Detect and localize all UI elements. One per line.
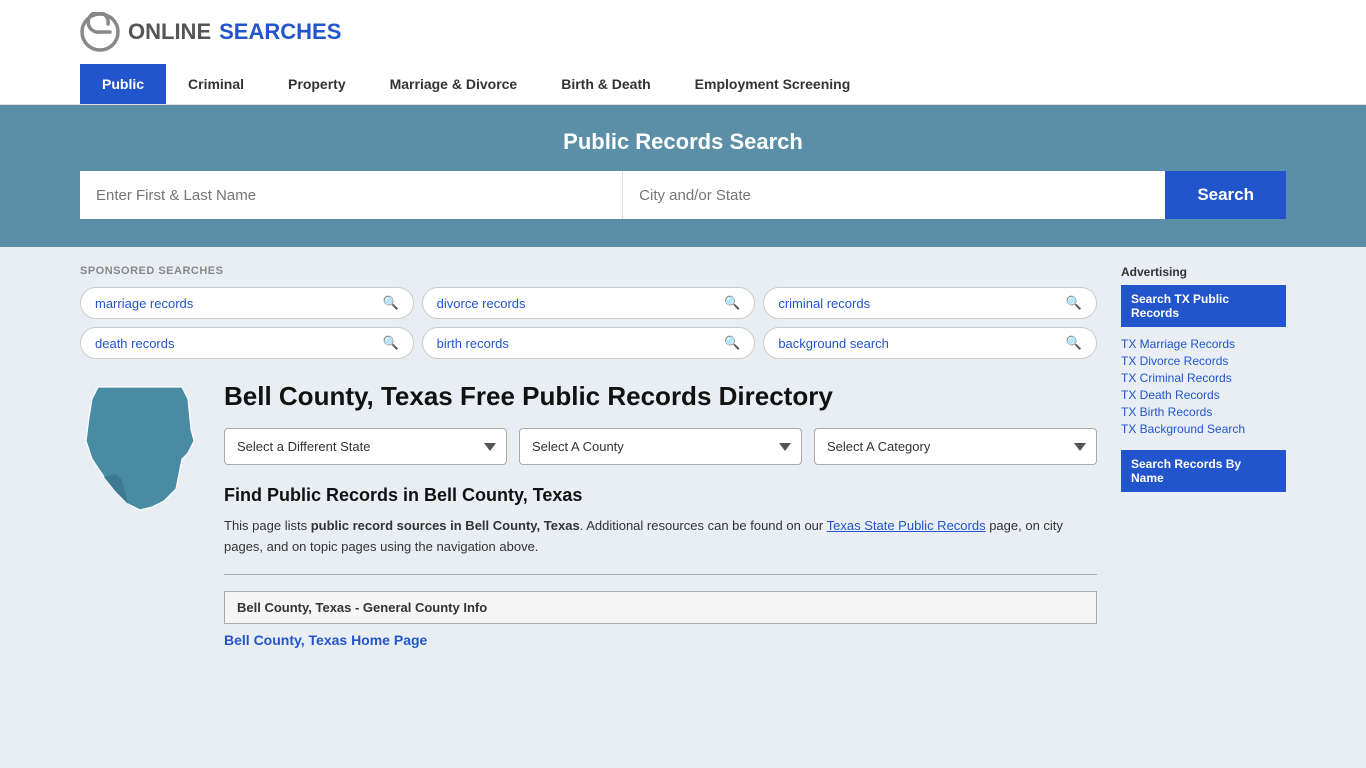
sidebar-link-marriage[interactable]: TX Marriage Records [1121, 337, 1286, 351]
search-tx-button[interactable]: Search TX Public Records [1121, 285, 1286, 327]
find-title: Find Public Records in Bell County, Texa… [224, 485, 1097, 506]
state-records-link[interactable]: Texas State Public Records [827, 518, 986, 533]
logo-text-searches: SEARCHES [219, 19, 341, 45]
state-map [80, 381, 200, 516]
find-text: This page lists public record sources in… [224, 516, 1097, 558]
search-icon: 🔍 [724, 335, 740, 351]
sidebar-link-background[interactable]: TX Background Search [1121, 422, 1286, 436]
tag-divorce-records[interactable]: divorce records 🔍 [422, 287, 756, 319]
search-icon: 🔍 [382, 295, 398, 311]
nav-property[interactable]: Property [266, 64, 368, 104]
search-banner-title: Public Records Search [80, 129, 1286, 155]
location-input[interactable] [623, 171, 1165, 219]
search-icon: 🔍 [1066, 335, 1082, 351]
tag-background-search[interactable]: background search 🔍 [763, 327, 1097, 359]
tag-death-records[interactable]: death records 🔍 [80, 327, 414, 359]
find-text-before: This page lists [224, 518, 311, 533]
main-nav: Public Criminal Property Marriage & Divo… [0, 64, 1366, 105]
tag-label: birth records [437, 336, 509, 351]
sponsored-label: SPONSORED SEARCHES [80, 265, 1097, 277]
divider [224, 574, 1097, 575]
sidebar-link-criminal[interactable]: TX Criminal Records [1121, 371, 1286, 385]
search-icon: 🔍 [724, 295, 740, 311]
search-by-name-button[interactable]: Search Records By Name [1121, 450, 1286, 492]
search-icon: 🔍 [1066, 295, 1082, 311]
search-tags: marriage records 🔍 divorce records 🔍 cri… [80, 287, 1097, 359]
tag-label: death records [95, 336, 175, 351]
logo-icon [80, 12, 120, 52]
county-home-link[interactable]: Bell County, Texas Home Page [224, 624, 1097, 648]
search-banner: Public Records Search Search [0, 105, 1366, 247]
find-text-bold: public record sources in Bell County, Te… [311, 518, 580, 533]
tag-label: marriage records [95, 296, 193, 311]
logo-text-online: ONLINE [128, 19, 211, 45]
sidebar-link-death[interactable]: TX Death Records [1121, 388, 1286, 402]
tag-birth-records[interactable]: birth records 🔍 [422, 327, 756, 359]
dropdown-row: Select a Different State Select A County… [224, 428, 1097, 465]
texas-map-svg [80, 381, 200, 513]
sidebar-link-divorce[interactable]: TX Divorce Records [1121, 354, 1286, 368]
nav-employment[interactable]: Employment Screening [673, 64, 873, 104]
find-text-after: . Additional resources can be found on o… [580, 518, 827, 533]
content-area: SPONSORED SEARCHES marriage records 🔍 di… [80, 247, 1121, 666]
directory-content: Bell County, Texas Free Public Records D… [224, 381, 1097, 648]
nav-marriage-divorce[interactable]: Marriage & Divorce [368, 64, 540, 104]
nav-public[interactable]: Public [80, 64, 166, 104]
tag-label: background search [778, 336, 889, 351]
county-select[interactable]: Select A County [519, 428, 802, 465]
sidebar-advertising-label: Advertising [1121, 265, 1286, 279]
state-select[interactable]: Select a Different State [224, 428, 507, 465]
sidebar: Advertising Search TX Public Records TX … [1121, 247, 1286, 666]
search-button[interactable]: Search [1165, 171, 1286, 219]
search-icon: 🔍 [382, 335, 398, 351]
header: ONLINE SEARCHES [0, 0, 1366, 64]
directory-section: Bell County, Texas Free Public Records D… [80, 381, 1097, 648]
tag-criminal-records[interactable]: criminal records 🔍 [763, 287, 1097, 319]
tag-label: divorce records [437, 296, 526, 311]
tag-marriage-records[interactable]: marriage records 🔍 [80, 287, 414, 319]
logo[interactable]: ONLINE SEARCHES [80, 12, 341, 52]
main-container: SPONSORED SEARCHES marriage records 🔍 di… [0, 247, 1366, 666]
nav-birth-death[interactable]: Birth & Death [539, 64, 672, 104]
sidebar-links: TX Marriage Records TX Divorce Records T… [1121, 337, 1286, 436]
search-row: Search [80, 171, 1286, 219]
category-select[interactable]: Select A Category [814, 428, 1097, 465]
county-section-title: Bell County, Texas - General County Info [224, 591, 1097, 624]
name-input[interactable] [80, 171, 623, 219]
nav-criminal[interactable]: Criminal [166, 64, 266, 104]
sidebar-link-birth[interactable]: TX Birth Records [1121, 405, 1286, 419]
tag-label: criminal records [778, 296, 870, 311]
directory-title: Bell County, Texas Free Public Records D… [224, 381, 1097, 412]
